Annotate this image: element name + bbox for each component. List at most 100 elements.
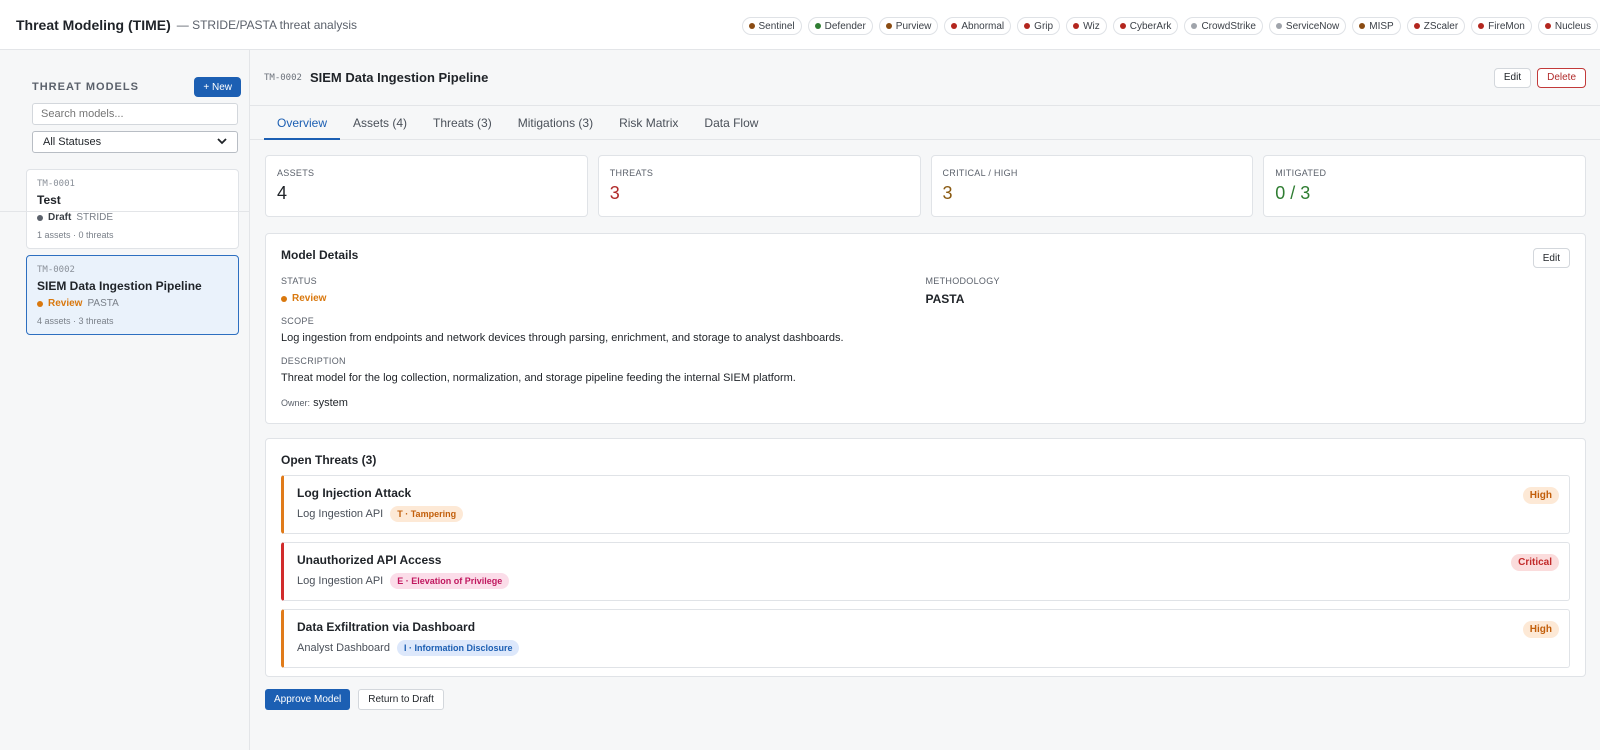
model-methodology: PASTA xyxy=(87,298,119,309)
sidebar-divider xyxy=(0,211,249,212)
integration-chip[interactable]: Nucleus xyxy=(1537,17,1598,35)
top-bar: Threat Modeling (TIME) — STRIDE/PASTA th… xyxy=(0,0,1600,50)
stat-value: 3 xyxy=(942,183,953,203)
status-filter-value: All Statuses xyxy=(43,136,102,148)
stride-tag: T · Tampering xyxy=(390,506,464,522)
methodology-label: METHODOLOGY xyxy=(925,276,1000,286)
stat-card-critical-high: CRITICAL / HIGH 3 xyxy=(930,155,1254,217)
stat-label: ASSETS xyxy=(277,168,315,178)
status-dot-icon xyxy=(1413,23,1420,29)
model-id: TM-0002 xyxy=(264,72,302,83)
stat-card-mitigated: MITIGATED 0 / 3 xyxy=(1263,155,1586,217)
threat-asset: Analyst Dashboard xyxy=(297,642,390,654)
tab-data-flow[interactable]: Data Flow xyxy=(691,106,771,139)
model-counts: 1 assets · 0 threats xyxy=(37,230,114,240)
search-input[interactable] xyxy=(32,103,238,125)
severity-badge: High xyxy=(1522,487,1559,504)
status-dot-icon xyxy=(951,23,958,29)
threat-title: Unauthorized API Access xyxy=(297,553,442,567)
threat-asset: Log Ingestion API xyxy=(297,508,384,520)
description-label: DESCRIPTION xyxy=(281,356,346,366)
model-card-tm-0001[interactable]: TM-0001 Test Draft STRIDE 1 assets · 0 t… xyxy=(26,169,239,249)
scope-label: SCOPE xyxy=(281,316,315,326)
integration-label: CyberArk xyxy=(1129,20,1172,32)
panel-title: Open Threats (3) xyxy=(281,453,377,467)
model-id: TM-0002 xyxy=(37,265,75,275)
severity-badge: Critical xyxy=(1511,554,1559,571)
integration-chip[interactable]: Defender xyxy=(807,17,873,35)
edit-details-button[interactable]: Edit xyxy=(1532,248,1570,268)
scope-value: Log ingestion from endpoints and network… xyxy=(281,332,844,344)
integration-chip[interactable]: ServiceNow xyxy=(1268,17,1347,35)
model-id: TM-0001 xyxy=(37,179,75,189)
status-label: STATUS xyxy=(281,276,317,286)
integration-label: ServiceNow xyxy=(1285,20,1340,32)
new-model-button[interactable]: + New xyxy=(194,77,241,97)
stat-label: CRITICAL / HIGH xyxy=(942,168,1018,178)
chevron-down-icon xyxy=(217,136,227,148)
approval-actions: Approve Model Return to Draft xyxy=(265,689,1600,710)
integration-chip[interactable]: Sentinel xyxy=(741,17,802,35)
model-status: Review xyxy=(48,298,83,309)
integration-chip[interactable]: CrowdStrike xyxy=(1184,17,1263,35)
stat-label: MITIGATED xyxy=(1275,168,1327,178)
model-details-panel: Model Details Edit STATUS Review METHODO… xyxy=(265,233,1586,424)
integration-chip[interactable]: Wiz xyxy=(1066,17,1107,35)
app-subtitle: — STRIDE/PASTA threat analysis xyxy=(176,17,358,32)
stat-card-assets: ASSETS 4 xyxy=(265,155,588,217)
integration-chip[interactable]: ZScaler xyxy=(1406,17,1466,35)
integration-chip[interactable]: CyberArk xyxy=(1112,17,1179,35)
integration-label: Grip xyxy=(1034,20,1054,32)
model-counts: 4 assets · 3 threats xyxy=(37,316,114,326)
stat-value: 0 / 3 xyxy=(1275,183,1311,203)
stat-label: THREATS xyxy=(609,168,654,178)
status-dot-icon xyxy=(885,23,892,29)
threat-title: Data Exfiltration via Dashboard xyxy=(297,620,476,634)
tab-assets[interactable]: Assets (4) xyxy=(340,106,420,139)
integration-chip[interactable]: Grip xyxy=(1017,17,1061,35)
delete-model-button[interactable]: Delete xyxy=(1537,67,1586,88)
tab-threats[interactable]: Threats (3) xyxy=(420,106,505,139)
edit-model-button[interactable]: Edit xyxy=(1493,67,1532,88)
page-title: SIEM Data Ingestion Pipeline xyxy=(309,70,489,85)
owner-value: system xyxy=(313,397,348,409)
sidebar: THREAT MODELS + New All Statuses TM-0001… xyxy=(0,50,250,750)
integration-chip[interactable]: Abnormal xyxy=(944,17,1012,35)
model-name: SIEM Data Ingestion Pipeline xyxy=(37,279,202,293)
tab-overview[interactable]: Overview xyxy=(264,106,341,140)
owner-label: Owner: xyxy=(281,398,311,408)
integration-label: Wiz xyxy=(1083,20,1100,32)
model-card-tm-0002[interactable]: TM-0002 SIEM Data Ingestion Pipeline Rev… xyxy=(26,255,239,335)
status-dot-icon xyxy=(37,300,43,307)
threat-item[interactable]: Data Exfiltration via Dashboard Analyst … xyxy=(281,609,1570,668)
integration-chip[interactable]: FireMon xyxy=(1471,17,1532,35)
integration-label: Abnormal xyxy=(961,20,1005,32)
main-content: TM-0002 SIEM Data Ingestion Pipeline Edi… xyxy=(250,50,1600,750)
integration-chip[interactable]: MISP xyxy=(1352,17,1401,35)
threat-asset: Log Ingestion API xyxy=(297,575,384,587)
status-dot-icon xyxy=(1478,23,1485,29)
stat-value: 4 xyxy=(277,183,288,203)
status-dot-icon xyxy=(1073,23,1080,29)
tab-mitigations[interactable]: Mitigations (3) xyxy=(505,106,606,139)
status-dot-icon xyxy=(1544,23,1551,29)
threat-item[interactable]: Log Injection Attack Log Ingestion API T… xyxy=(281,475,1570,534)
return-to-draft-button[interactable]: Return to Draft xyxy=(358,689,444,710)
open-threats-panel: Open Threats (3) Log Injection Attack Lo… xyxy=(265,438,1586,677)
integration-label: CrowdStrike xyxy=(1201,20,1256,32)
model-header: TM-0002 SIEM Data Ingestion Pipeline Edi… xyxy=(250,50,1600,106)
integration-label: Purview xyxy=(895,20,932,32)
threat-item[interactable]: Unauthorized API Access Log Ingestion AP… xyxy=(281,542,1570,601)
integration-label: MISP xyxy=(1369,20,1394,32)
approve-model-button[interactable]: Approve Model xyxy=(265,689,351,710)
status-filter-select[interactable]: All Statuses xyxy=(32,131,238,153)
threat-title: Log Injection Attack xyxy=(297,486,412,500)
integration-chip[interactable]: Purview xyxy=(878,17,939,35)
integration-chips: Sentinel Defender Purview Abnormal Grip … xyxy=(741,17,1598,35)
model-methodology: STRIDE xyxy=(76,212,114,223)
tab-risk-matrix[interactable]: Risk Matrix xyxy=(606,106,691,139)
status-dot-icon xyxy=(1191,23,1198,29)
status-dot-icon xyxy=(748,23,755,29)
sidebar-title: THREAT MODELS xyxy=(32,81,139,93)
status-dot-icon xyxy=(281,295,287,302)
